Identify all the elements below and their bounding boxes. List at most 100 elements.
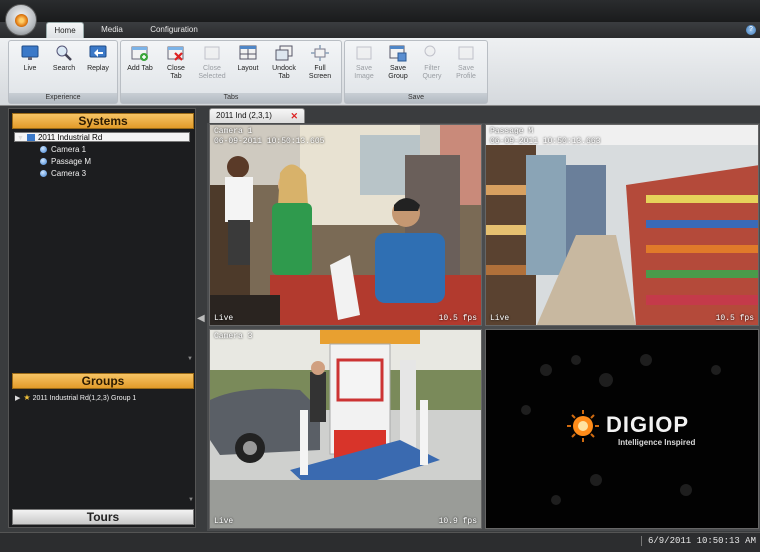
close-icon[interactable]: ✕ bbox=[290, 109, 298, 123]
layout-label: Layout bbox=[237, 65, 259, 72]
camera-icon bbox=[40, 170, 47, 177]
tile-fps: 10.9 fps bbox=[438, 517, 477, 526]
add-tab-button[interactable]: Add Tab bbox=[125, 44, 155, 92]
navigation-panel: Systems ▼ 2011 Industrial Rd Camera 1 Pas… bbox=[8, 108, 196, 528]
tours-header[interactable]: Tours bbox=[12, 509, 194, 525]
store-counter-image bbox=[210, 125, 481, 325]
app-menu-button[interactable] bbox=[5, 4, 37, 36]
tile-camera-name: Camera 1 bbox=[214, 127, 253, 136]
undock-tab-label: Undock Tab bbox=[272, 65, 296, 80]
ribbon-tab-row: Home Media Configuration bbox=[0, 22, 760, 38]
replay-label: Replay bbox=[87, 65, 109, 72]
filter-icon bbox=[424, 45, 436, 57]
systems-tree: ▼ 2011 Industrial Rd Camera 1 Passage M C… bbox=[12, 130, 194, 364]
tree-camera-row[interactable]: Camera 3 bbox=[40, 169, 86, 179]
filter-query-label: Filter Query bbox=[422, 65, 442, 80]
expand-arrow-icon[interactable]: ▼ bbox=[17, 134, 24, 144]
store-aisle-image bbox=[486, 125, 758, 325]
tile-mode: Live bbox=[490, 314, 510, 323]
replay-button[interactable]: Replay bbox=[83, 44, 113, 92]
systems-header[interactable]: Systems bbox=[12, 113, 194, 129]
live-button[interactable]: Live bbox=[15, 44, 45, 92]
save-image-button[interactable]: Save Image bbox=[349, 44, 379, 92]
undock-icon bbox=[275, 45, 293, 61]
save-profile-label: Save Profile bbox=[456, 65, 476, 80]
title-bar bbox=[0, 0, 760, 22]
group-save-label: Save bbox=[345, 93, 487, 103]
group-tabs-label: Tabs bbox=[121, 93, 341, 103]
save-group-icon bbox=[389, 45, 407, 62]
add-tab-icon bbox=[131, 46, 148, 61]
save-group-button[interactable]: Save Group bbox=[383, 44, 413, 92]
filter-query-button[interactable]: Filter Query bbox=[417, 44, 447, 92]
tab-configuration[interactable]: Configuration bbox=[144, 22, 204, 38]
tile-mode: Live bbox=[214, 314, 234, 323]
search-label: Search bbox=[52, 65, 76, 72]
save-image-icon bbox=[356, 46, 372, 60]
close-selected-button[interactable]: Close Selected bbox=[197, 44, 227, 92]
undock-tab-button[interactable]: Undock Tab bbox=[269, 44, 299, 92]
site-icon bbox=[26, 134, 35, 141]
save-image-label: Save Image bbox=[354, 65, 374, 80]
save-profile-button[interactable]: Save Profile bbox=[451, 44, 481, 92]
video-tile-camera-3[interactable]: Camera 3 Live 10.9 fps bbox=[209, 329, 482, 529]
tile-fps: 10.5 fps bbox=[438, 314, 477, 323]
tree-camera-row[interactable]: Passage M bbox=[40, 157, 91, 167]
live-label: Live bbox=[23, 65, 37, 72]
close-tab-button[interactable]: Close Tab bbox=[161, 44, 191, 92]
status-datetime: 6/9/2011 10:50:13 AM bbox=[640, 536, 756, 546]
tile-fps: 10.5 fps bbox=[715, 314, 754, 323]
close-tab-label: Close Tab bbox=[167, 65, 185, 80]
expand-arrow-icon[interactable]: ▶ bbox=[15, 394, 20, 404]
help-icon[interactable]: ? bbox=[746, 25, 756, 35]
video-grid: Camera 1 06-09-2011 10:50:13.605 Live 10… bbox=[207, 123, 760, 531]
monitor-icon bbox=[21, 45, 39, 60]
scroll-down-icon[interactable]: ▼ bbox=[188, 497, 194, 503]
tree-site-row[interactable]: ▼ 2011 Industrial Rd bbox=[14, 132, 190, 142]
camera-label: Passage M bbox=[51, 157, 92, 166]
collapse-panel-icon[interactable]: ◀ bbox=[197, 310, 205, 328]
tile-timestamp: 06-09-2011 10:50:13.663 bbox=[490, 137, 601, 146]
tab-media[interactable]: Media bbox=[96, 22, 128, 38]
save-profile-icon bbox=[458, 46, 474, 60]
video-tab[interactable]: 2011 Ind (2,3,1) ✕ bbox=[209, 108, 305, 123]
add-tab-label: Add Tab bbox=[127, 65, 153, 72]
layout-button[interactable]: Layout bbox=[233, 44, 263, 92]
close-selected-label: Close Selected bbox=[198, 65, 226, 80]
groups-header[interactable]: Groups bbox=[12, 373, 194, 389]
gas-pump-image bbox=[210, 330, 481, 528]
video-tile-camera-1[interactable]: Camera 1 06-09-2011 10:50:13.605 Live 10… bbox=[209, 124, 482, 326]
camera-label: Camera 3 bbox=[51, 169, 87, 178]
app-logo-icon bbox=[15, 14, 28, 27]
star-icon: ★ bbox=[23, 393, 31, 402]
search-button[interactable]: Search bbox=[49, 44, 79, 92]
camera-icon bbox=[40, 158, 47, 165]
tree-camera-row[interactable]: Camera 1 bbox=[40, 145, 86, 155]
close-tab-icon bbox=[167, 46, 184, 61]
close-selected-icon bbox=[204, 46, 220, 60]
scroll-down-icon[interactable]: ▼ bbox=[187, 356, 193, 362]
group-row[interactable]: ▶ ★ 2011 Industrial Rd(1,2,3) Group 1 bbox=[15, 393, 136, 403]
camera-icon bbox=[40, 146, 47, 153]
site-label: 2011 Industrial Rd bbox=[37, 133, 103, 142]
tile-mode: Live bbox=[214, 517, 234, 526]
group-experience-label: Experience bbox=[9, 93, 117, 103]
full-screen-button[interactable]: Full Screen bbox=[305, 44, 335, 92]
group-save: Save Image Save Group Filter Query Save … bbox=[344, 40, 488, 104]
save-group-label: Save Group bbox=[388, 65, 408, 80]
ribbon: Live Search Replay Experience Add Tab Cl… bbox=[0, 38, 760, 106]
video-tile-empty[interactable]: DIGIOP Intelligence Inspired bbox=[485, 329, 759, 529]
group-label: 2011 Industrial Rd(1,2,3) Group 1 bbox=[32, 395, 137, 402]
logo-burst-icon bbox=[567, 410, 599, 442]
camera-label: Camera 1 bbox=[51, 145, 87, 154]
app-window: Home Media Configuration ? Live Search R… bbox=[0, 0, 760, 552]
group-experience: Live Search Replay Experience bbox=[8, 40, 118, 104]
tile-timestamp: 06-09-2011 10:50:13.605 bbox=[214, 137, 325, 146]
fullscreen-icon bbox=[311, 45, 329, 61]
tile-camera-name: Camera 3 bbox=[214, 332, 253, 341]
video-tile-passage-m[interactable]: Passage M 06-09-2011 10:50:13.663 Live 1… bbox=[485, 124, 759, 326]
logo-brand: DIGIOP bbox=[606, 412, 690, 437]
video-tab-label: 2011 Ind (2,3,1) bbox=[216, 111, 272, 120]
tab-home[interactable]: Home bbox=[46, 22, 84, 38]
tile-camera-name: Passage M bbox=[490, 127, 534, 136]
